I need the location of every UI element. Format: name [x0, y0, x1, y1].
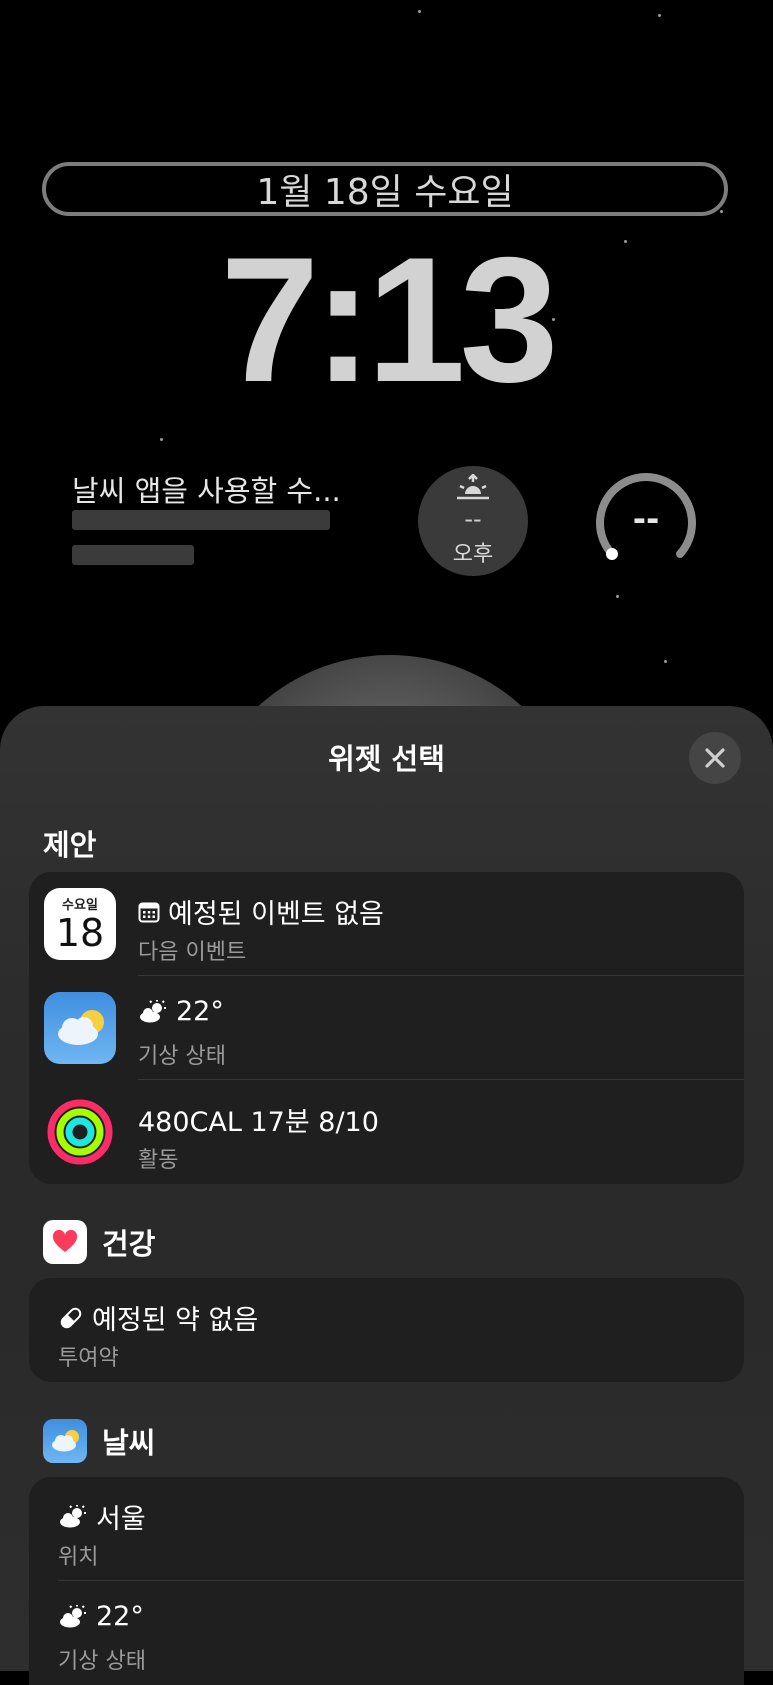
close-button[interactable]	[689, 732, 741, 784]
date-widget[interactable]: 1월 18일 수요일	[42, 162, 728, 216]
sunset-widget[interactable]: -- 오후	[418, 466, 528, 576]
star	[664, 660, 667, 663]
weather-card: 서울 위치 22° 기상 상태	[29, 1477, 744, 1685]
widget-subtitle: 기상 상태	[58, 1649, 146, 1674]
widget-subtitle: 위치	[58, 1545, 99, 1570]
partly-cloudy-icon	[60, 1504, 86, 1527]
widget-option-weather-condition[interactable]: 22° 기상 상태	[29, 1581, 744, 1685]
placeholder-bar	[72, 545, 194, 565]
sheet-title: 위젯 선택	[328, 742, 445, 776]
pill-icon	[60, 1307, 82, 1328]
sunset-value: --	[464, 505, 482, 533]
date-text: 1월 18일 수요일	[256, 172, 514, 213]
section-title-health: 건강	[102, 1227, 156, 1261]
calendar-small-icon	[138, 902, 160, 922]
star	[418, 10, 421, 13]
widget-title: 예정된 이벤트 없음	[168, 899, 384, 930]
section-title-suggestions: 제안	[43, 828, 97, 862]
widget-picker-sheet: 위젯 선택 제안 수요일 18 예정된 이벤트 없음 다음 이벤트 22° 기상…	[0, 706, 773, 1685]
widget-title: 22°	[176, 996, 224, 1027]
widget-subtitle: 다음 이벤트	[138, 940, 247, 965]
widget-title: 480CAL 17분 8/10	[138, 1107, 379, 1138]
star	[160, 438, 163, 441]
health-app-icon	[43, 1220, 87, 1264]
widget-subtitle: 기상 상태	[138, 1044, 226, 1069]
widget-option-activity[interactable]: 480CAL 17분 8/10 활동	[29, 1080, 744, 1184]
weather-app-icon	[43, 1419, 87, 1463]
health-card: 예정된 약 없음 투여약	[29, 1278, 744, 1382]
partly-cloudy-icon	[60, 1604, 86, 1627]
weather-widget-text[interactable]: 날씨 앱을 사용할 수...	[72, 468, 341, 510]
widget-subtitle: 투여약	[58, 1346, 119, 1371]
section-health: 건강	[43, 1220, 155, 1264]
calendar-date: 18	[55, 911, 105, 955]
close-icon	[705, 748, 725, 768]
partly-cloudy-icon	[140, 999, 166, 1022]
section-title-weather: 날씨	[102, 1426, 156, 1460]
gauge-value: --	[632, 500, 660, 538]
widget-option-medications[interactable]: 예정된 약 없음 투여약	[29, 1278, 744, 1382]
widget-subtitle: 활동	[138, 1148, 179, 1173]
star	[616, 595, 619, 598]
widget-title: 서울	[96, 1504, 146, 1535]
widget-option-location[interactable]: 서울 위치	[29, 1477, 744, 1581]
star	[720, 210, 723, 213]
widget-option-calendar[interactable]: 수요일 18 예정된 이벤트 없음 다음 이벤트	[29, 872, 744, 976]
suggestions-card: 수요일 18 예정된 이벤트 없음 다음 이벤트 22° 기상 상태 480CA…	[29, 872, 744, 1184]
calendar-app-icon: 수요일 18	[44, 888, 116, 960]
section-weather: 날씨	[43, 1419, 155, 1463]
activity-rings-icon	[44, 1096, 116, 1168]
weather-app-icon	[44, 992, 116, 1064]
sunset-label: 오후	[452, 542, 494, 567]
widget-option-weather-condition[interactable]: 22° 기상 상태	[29, 976, 744, 1080]
placeholder-bar	[72, 510, 330, 530]
lock-screen: 1월 18일 수요일 7:13 날씨 앱을 사용할 수... -- 오후 --	[0, 0, 773, 720]
sunset-icon	[457, 474, 489, 500]
widget-title: 예정된 약 없음	[92, 1305, 259, 1336]
widget-title: 22°	[96, 1601, 144, 1632]
clock-time: 7:13	[220, 220, 558, 419]
star	[658, 14, 661, 17]
